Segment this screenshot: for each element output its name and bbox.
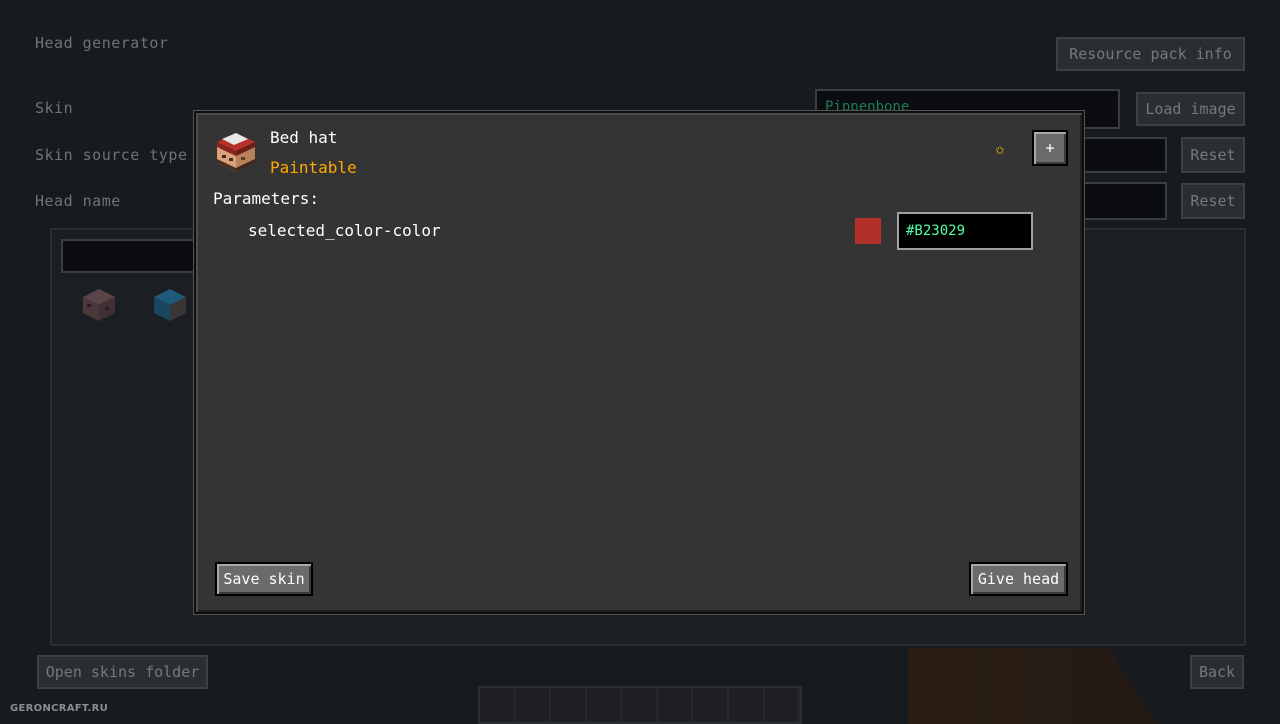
skin-label: Skin bbox=[35, 99, 74, 117]
add-button[interactable]: + bbox=[1032, 130, 1068, 166]
hotbar bbox=[478, 686, 802, 724]
watermark: GERONCRAFT.RU bbox=[10, 703, 109, 714]
hotbar-slot bbox=[693, 688, 729, 722]
save-skin-button[interactable]: Save skin bbox=[215, 562, 313, 596]
hotbar-slot bbox=[480, 688, 516, 722]
hotbar-slot bbox=[516, 688, 552, 722]
screen-title: Head generator bbox=[35, 34, 169, 52]
skin-source-type-field[interactable] bbox=[1080, 137, 1167, 173]
give-head-button[interactable]: Give head bbox=[969, 562, 1068, 596]
head-name-field[interactable] bbox=[1080, 182, 1167, 220]
parameter-name: selected_color-color bbox=[248, 221, 441, 240]
world-background bbox=[908, 648, 1158, 724]
hotbar-slot bbox=[765, 688, 801, 722]
skin-source-type-label: Skin source type bbox=[35, 146, 188, 164]
star-icon[interactable]: ✩ bbox=[995, 139, 1005, 158]
hotbar-slot bbox=[551, 688, 587, 722]
bed-hat-head-icon bbox=[214, 130, 258, 174]
hotbar-slot bbox=[729, 688, 765, 722]
resource-pack-info-button[interactable]: Resource pack info bbox=[1056, 37, 1245, 71]
head-details-dialog: Bed hat Paintable ✩ + Parameters: select… bbox=[194, 111, 1084, 614]
load-image-button[interactable]: Load image bbox=[1136, 92, 1245, 126]
head-icon-pink[interactable] bbox=[81, 287, 117, 323]
color-hex-input[interactable] bbox=[897, 212, 1033, 250]
head-icon-blue[interactable] bbox=[152, 287, 188, 323]
back-button[interactable]: Back bbox=[1190, 655, 1244, 689]
hotbar-slot bbox=[587, 688, 623, 722]
head-subtitle: Paintable bbox=[270, 158, 357, 177]
open-skins-folder-button[interactable]: Open skins folder bbox=[37, 655, 208, 689]
hotbar-slot bbox=[658, 688, 694, 722]
head-title: Bed hat bbox=[270, 128, 338, 147]
reset-source-button[interactable]: Reset bbox=[1181, 137, 1245, 173]
color-swatch[interactable] bbox=[855, 218, 881, 244]
search-input[interactable] bbox=[61, 239, 201, 273]
hotbar-slot bbox=[622, 688, 658, 722]
head-name-label: Head name bbox=[35, 192, 121, 210]
reset-name-button[interactable]: Reset bbox=[1181, 183, 1245, 219]
parameters-label: Parameters: bbox=[213, 189, 319, 208]
